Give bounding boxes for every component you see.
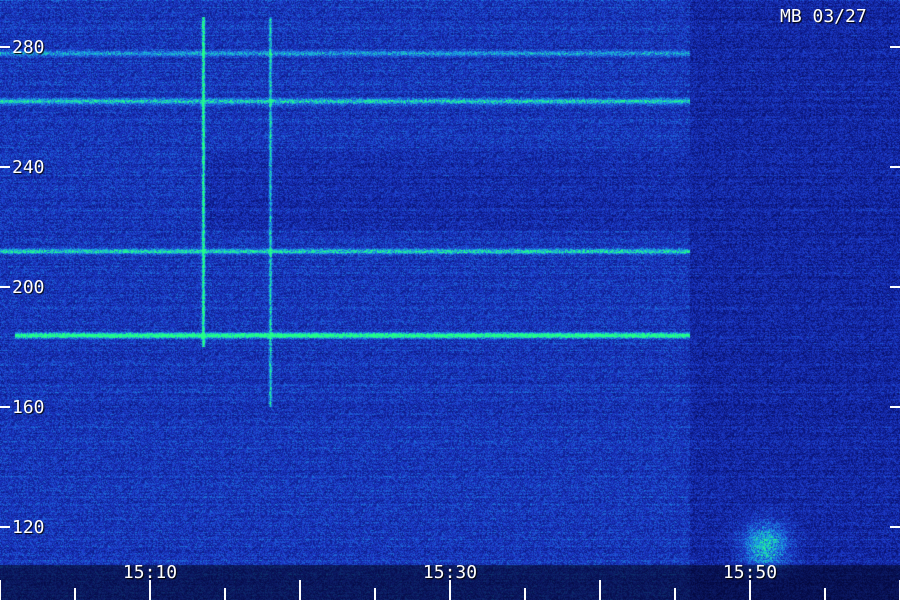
spectrogram-chart: 280 240 200 160 120 15:10 15:30 15:50 MB 03/27 (0, 0, 900, 600)
y-tick-label: 120 (12, 517, 45, 538)
x-tick-label: 15:50 (723, 562, 777, 583)
y-tick-label: 160 (12, 397, 45, 418)
x-tick-label: 15:30 (423, 562, 477, 583)
y-tick-label: 200 (12, 277, 45, 298)
y-tick-label: 280 (12, 37, 45, 58)
station-label: MB 03/27 (780, 6, 867, 27)
x-axis-ticks: 15:10 15:30 15:50 (0, 562, 900, 600)
y-axis-ticks: 280 240 200 160 120 (0, 37, 900, 538)
x-tick-label: 15:10 (123, 562, 177, 583)
y-tick-label: 240 (12, 157, 45, 178)
axis-overlay: 280 240 200 160 120 15:10 15:30 15:50 MB 03/27 (0, 6, 900, 600)
